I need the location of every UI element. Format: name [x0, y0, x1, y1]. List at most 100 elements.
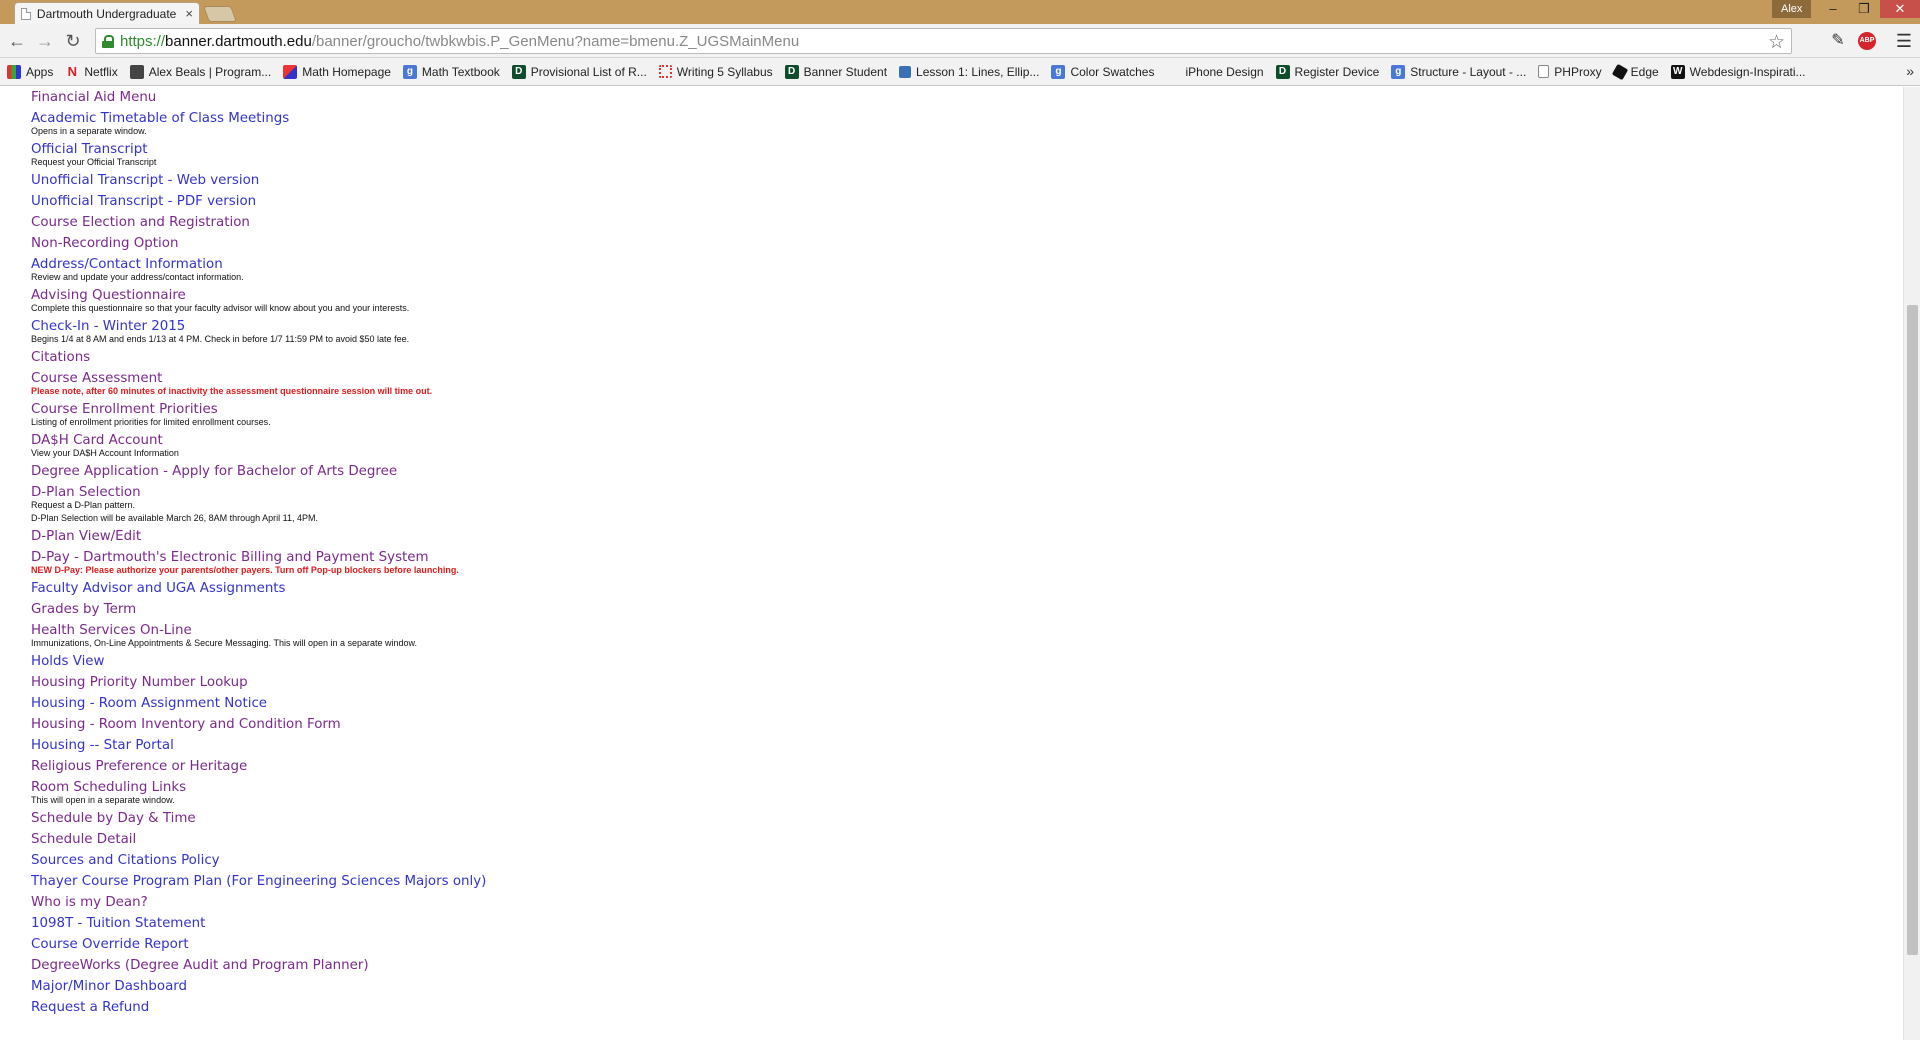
profile-badge[interactable]: Alex: [1772, 0, 1812, 18]
site-icon: [129, 64, 144, 79]
menu-description: D-Plan Selection will be available March…: [31, 513, 318, 523]
bookmark-item[interactable]: PHProxy: [1538, 65, 1602, 79]
minimize-icon[interactable]: –: [1818, 0, 1848, 18]
menu-link[interactable]: Housing Priority Number Lookup: [31, 672, 1231, 693]
menu-link[interactable]: Holds View: [31, 651, 1231, 672]
menu-entry: Degree Application - Apply for Bachelor …: [31, 461, 1231, 482]
star-icon[interactable]: ☆: [1768, 31, 1785, 54]
menu-entry: Major/Minor Dashboard: [31, 976, 1231, 997]
menu-link[interactable]: Housing -- Star Portal: [31, 735, 1231, 756]
bookmark-item[interactable]: Apps: [7, 64, 53, 79]
menu-link[interactable]: D-Plan View/Edit: [31, 526, 1231, 547]
browser-tab[interactable]: Dartmouth Undergraduate ×: [14, 2, 200, 24]
bookmark-item[interactable]: iPhone Design: [1166, 65, 1263, 79]
reload-icon[interactable]: ↻: [62, 30, 84, 52]
pencil-icon[interactable]: ✎: [1826, 29, 1850, 53]
google-icon: g: [1391, 64, 1406, 79]
menu-link[interactable]: Financial Aid Menu: [31, 87, 1231, 108]
menu-link[interactable]: Citations: [31, 347, 1231, 368]
menu-description: View your DA$H Account Information: [31, 448, 179, 458]
bookmarks-overflow-button[interactable]: »: [1906, 63, 1914, 79]
bookmark-item[interactable]: Alex Beals | Program...: [129, 64, 272, 79]
bookmark-label: Webdesign-Inspirati...: [1689, 64, 1806, 79]
bookmark-label: Provisional List of R...: [530, 64, 647, 79]
bookmark-item[interactable]: W Webdesign-Inspirati...: [1670, 64, 1806, 79]
bookmark-item[interactable]: D Provisional List of R...: [511, 64, 647, 79]
menu-link[interactable]: Faculty Advisor and UGA Assignments: [31, 578, 1231, 599]
menu-link[interactable]: Request a Refund: [31, 997, 1231, 1018]
url-host: banner.dartmouth.edu: [165, 32, 312, 50]
menu-entry: Who is my Dean?: [31, 892, 1231, 913]
menu-description: Listing of enrollment priorities for lim…: [31, 417, 271, 427]
bookmark-label: iPhone Design: [1185, 64, 1264, 79]
menu-link[interactable]: Grades by Term: [31, 599, 1231, 620]
menu-link[interactable]: Who is my Dean?: [31, 892, 1231, 913]
tab-close-icon[interactable]: ×: [185, 6, 193, 21]
restore-icon[interactable]: ❐: [1849, 0, 1879, 18]
menu-link[interactable]: Housing - Room Inventory and Condition F…: [31, 714, 1231, 735]
close-window-icon[interactable]: ✕: [1880, 0, 1920, 18]
hexagon-icon: [1611, 63, 1628, 80]
menu-link[interactable]: Schedule by Day & Time: [31, 808, 1231, 829]
bookmark-item[interactable]: N Netflix: [65, 64, 118, 79]
menu-link[interactable]: Thayer Course Program Plan (For Engineer…: [31, 871, 1231, 892]
menu-entry: Financial Aid Menu: [31, 87, 1231, 108]
menu-entry: Non-Recording Option: [31, 233, 1231, 254]
banner-main-menu: Financial Aid Menu Academic Timetable of …: [31, 87, 1231, 1018]
menu-warning-text: NEW D-Pay: Please authorize your parents…: [31, 565, 459, 575]
menu-link[interactable]: DegreeWorks (Degree Audit and Program Pl…: [31, 955, 1231, 976]
menu-link[interactable]: Schedule Detail: [31, 829, 1231, 850]
url-text[interactable]: https://banner.dartmouth.edu/banner/grou…: [120, 33, 799, 50]
bookmark-label: Banner Student: [803, 64, 888, 79]
menu-entry: Address/Contact Information Review and up…: [31, 254, 1231, 285]
menu-link[interactable]: Religious Preference or Heritage: [31, 756, 1231, 777]
scrollbar-thumb[interactable]: [1907, 305, 1918, 955]
page-content: Financial Aid Menu Academic Timetable of …: [0, 87, 1903, 1040]
menu-description: Begins 1/4 at 8 AM and ends 1/13 at 4 PM…: [31, 334, 410, 344]
bookmark-item[interactable]: Edge: [1611, 63, 1659, 80]
menu-entry: D-Pay - Dartmouth's Electronic Billing a…: [31, 547, 1231, 578]
menu-link[interactable]: Degree Application - Apply for Bachelor …: [31, 461, 1231, 482]
menu-link[interactable]: Housing - Room Assignment Notice: [31, 693, 1231, 714]
menu-entry: Schedule by Day & Time: [31, 808, 1231, 829]
menu-entry: 1098T - Tuition Statement: [31, 913, 1231, 934]
menu-entry: Sources and Citations Policy: [31, 850, 1231, 871]
address-bar[interactable]: https://banner.dartmouth.edu/banner/grou…: [95, 28, 1792, 54]
url-scheme: https://: [120, 32, 166, 50]
menu-link[interactable]: Course Election and Registration: [31, 212, 1231, 233]
vertical-scrollbar[interactable]: [1903, 87, 1920, 1040]
menu-entry: D-Plan Selection Request a D-Plan pattern…: [31, 482, 1231, 526]
menu-link[interactable]: Major/Minor Dashboard: [31, 976, 1231, 997]
menu-entry: Faculty Advisor and UGA Assignments: [31, 578, 1231, 599]
bookmarks-bar: Apps N Netflix Alex Beals | Program... Math …: [0, 58, 1920, 86]
menu-entry: Housing Priority Number Lookup: [31, 672, 1231, 693]
hamburger-menu-icon[interactable]: ☰: [1892, 29, 1916, 53]
bookmark-item[interactable]: Writing 5 Syllabus: [658, 65, 773, 79]
bookmark-item[interactable]: D Register Device: [1275, 64, 1379, 79]
menu-entry: Housing - Room Inventory and Condition F…: [31, 714, 1231, 735]
menu-entry: Course Election and Registration: [31, 212, 1231, 233]
menu-link[interactable]: Unofficial Transcript - PDF version: [31, 191, 1231, 212]
bookmark-item[interactable]: g Color Swatches: [1051, 64, 1154, 79]
bookmark-label: Alex Beals | Program...: [148, 64, 272, 79]
bookmark-item[interactable]: g Structure - Layout - ...: [1391, 64, 1526, 79]
new-tab-button[interactable]: [203, 6, 237, 22]
w-icon: W: [1670, 64, 1685, 79]
menu-link[interactable]: Course Override Report: [31, 934, 1231, 955]
menu-description: This will open in a separate window.: [31, 795, 175, 805]
forward-arrow-icon[interactable]: →: [34, 30, 56, 52]
bookmark-item[interactable]: D Banner Student: [784, 64, 888, 79]
menu-link[interactable]: Non-Recording Option: [31, 233, 1231, 254]
bookmark-item[interactable]: Lesson 1: Lines, Ellip...: [899, 65, 1039, 79]
menu-entry: Grades by Term: [31, 599, 1231, 620]
menu-description: Request your Official Transcript: [31, 157, 157, 167]
bookmark-item[interactable]: g Math Textbook: [402, 64, 500, 79]
bookmark-item[interactable]: Math Homepage: [283, 64, 391, 79]
tab-title: Dartmouth Undergraduate: [36, 6, 177, 21]
menu-entry: Unofficial Transcript - PDF version: [31, 191, 1231, 212]
back-arrow-icon[interactable]: ←: [6, 30, 28, 52]
menu-link[interactable]: Unofficial Transcript - Web version: [31, 170, 1231, 191]
menu-link[interactable]: 1098T - Tuition Statement: [31, 913, 1231, 934]
menu-link[interactable]: Sources and Citations Policy: [31, 850, 1231, 871]
adblock-icon[interactable]: ABP: [1858, 32, 1876, 50]
